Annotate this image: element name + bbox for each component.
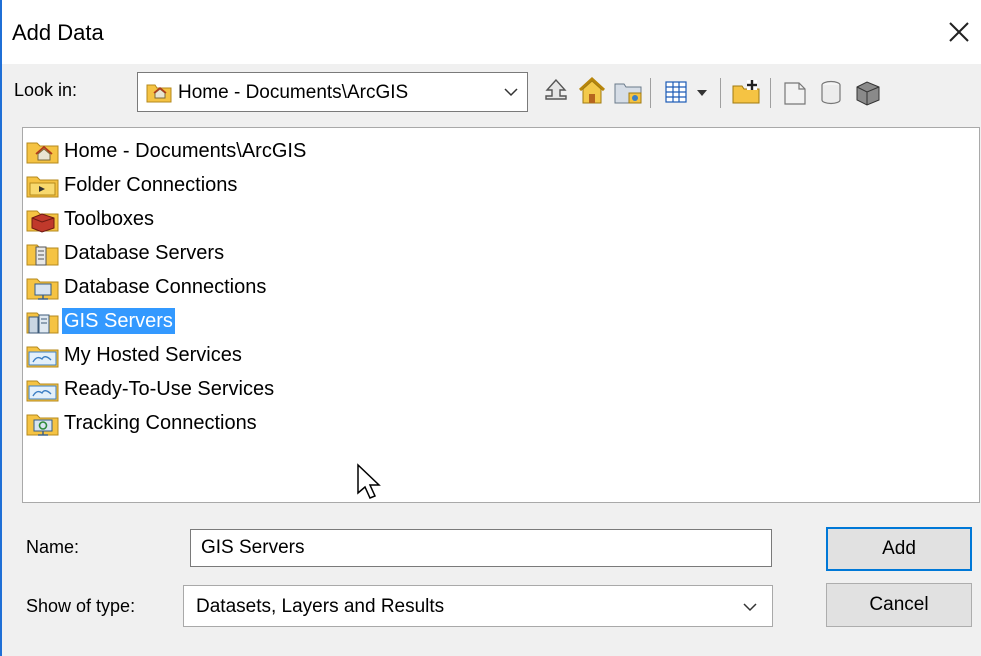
look-in-value: Home - Documents\ArcGIS xyxy=(178,82,409,103)
show-of-type-value: Datasets, Layers and Results xyxy=(196,596,445,617)
chevron-down-icon xyxy=(504,88,518,97)
list-item-label: My Hosted Services xyxy=(64,344,242,366)
home-folder-icon xyxy=(26,142,59,164)
new-folder-icon xyxy=(732,80,760,104)
list-item-label: Folder Connections xyxy=(64,174,238,196)
database-server-icon xyxy=(26,244,59,266)
ready-to-use-services-icon xyxy=(26,380,59,402)
toolbar-separator xyxy=(770,78,771,108)
show-of-type-dropdown[interactable]: Datasets, Layers and Results xyxy=(183,585,773,627)
list-item-label: Database Connections xyxy=(64,276,267,298)
new-file-geodatabase-button[interactable] xyxy=(780,74,812,110)
new-personal-geodatabase-icon xyxy=(821,80,841,105)
view-menu-dropdown[interactable] xyxy=(692,74,714,110)
cancel-button[interactable]: Cancel xyxy=(826,583,972,627)
list-item-label: GIS Servers xyxy=(62,308,175,334)
list-item-label: Tracking Connections xyxy=(64,412,257,434)
new-folder-button[interactable] xyxy=(730,74,762,110)
toolbox-icon xyxy=(26,210,59,233)
show-of-type-label: Show of type: xyxy=(26,596,136,616)
folder-connection-icon xyxy=(26,176,59,198)
new-toolbox-button[interactable] xyxy=(852,74,884,110)
view-menu-button[interactable] xyxy=(662,74,694,110)
up-one-level-button[interactable] xyxy=(540,74,572,110)
list-item-label: Home - Documents\ArcGIS xyxy=(64,140,307,162)
add-data-dialog: Add Data Look in: Home - Documents\ArcGI… xyxy=(0,0,981,656)
gis-server-icon xyxy=(26,312,59,334)
caret-down-icon xyxy=(697,90,707,96)
window-edge xyxy=(0,0,2,656)
connect-to-folder-button[interactable] xyxy=(612,74,644,110)
toolbar-separator xyxy=(650,78,651,108)
new-toolbox-icon xyxy=(856,81,880,106)
toolbar-separator xyxy=(720,78,721,108)
up-one-level-icon xyxy=(545,78,567,100)
window-title: Add Data xyxy=(12,20,104,45)
list-item-label: Ready-To-Use Services xyxy=(64,378,275,400)
database-connection-icon xyxy=(26,278,59,300)
catalog-list[interactable]: Home - Documents\ArcGIS Folder Connectio… xyxy=(22,127,980,503)
look-in-label: Look in: xyxy=(14,80,78,100)
hosted-services-icon xyxy=(26,346,59,368)
list-item-label: Database Servers xyxy=(64,242,225,264)
title-bar[interactable]: Add Data xyxy=(2,0,981,64)
look-in-dropdown[interactable]: Home - Documents\ArcGIS xyxy=(137,72,528,112)
close-icon xyxy=(949,22,969,42)
new-personal-geodatabase-button[interactable] xyxy=(816,74,848,110)
name-input[interactable] xyxy=(190,529,772,567)
list-item-label: Toolboxes xyxy=(64,208,155,230)
mouse-cursor-icon xyxy=(357,463,381,499)
home-folder-icon xyxy=(146,84,172,103)
home-button[interactable] xyxy=(576,74,608,110)
close-button[interactable] xyxy=(941,14,977,50)
add-button[interactable]: Add xyxy=(826,527,972,571)
connect-to-folder-icon xyxy=(614,83,642,104)
new-file-geodatabase-icon xyxy=(784,82,806,105)
home-icon xyxy=(578,76,606,104)
view-menu-icon xyxy=(665,81,687,103)
chevron-down-icon xyxy=(743,603,757,612)
tracking-connection-icon xyxy=(26,414,59,436)
name-label: Name: xyxy=(26,537,80,557)
